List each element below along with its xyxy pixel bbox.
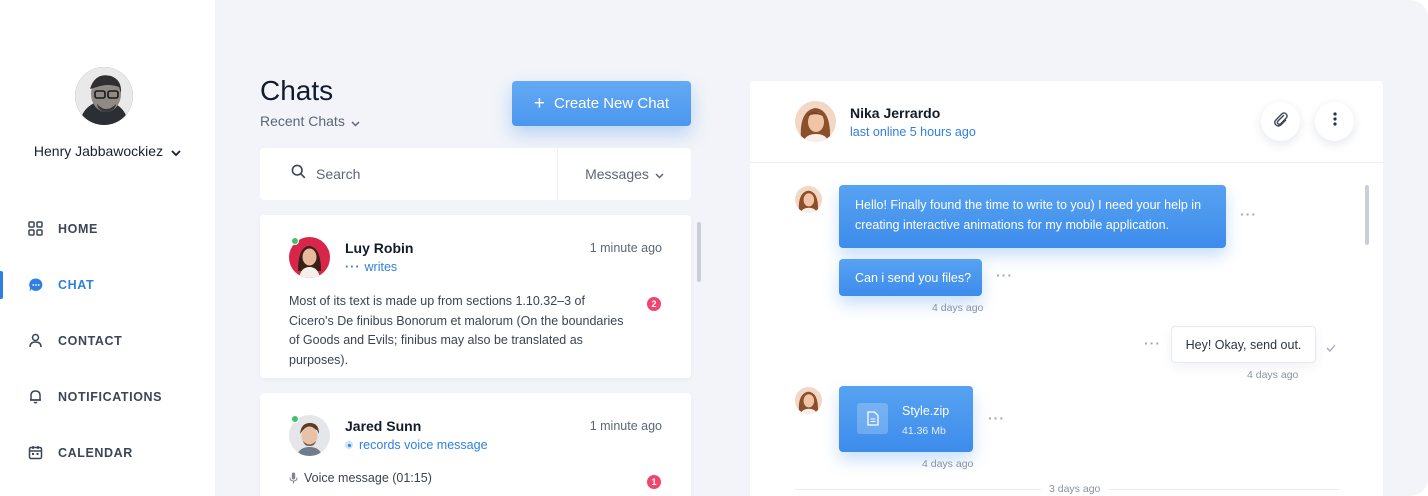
chat-list-item[interactable]: Luy Robin 1 minute ago ··· writes Most o… xyxy=(260,215,691,378)
create-new-chat-label: Create New Chat xyxy=(554,95,670,112)
voice-message-preview: Voice message (01:15) xyxy=(289,471,432,485)
unread-badge: 1 xyxy=(647,475,661,489)
incoming-message: Hello! Finally found the time to write t… xyxy=(839,185,1226,248)
read-check-icon xyxy=(1326,339,1336,357)
contact-name: Jared Sunn xyxy=(345,418,422,434)
contact-name: Luy Robin xyxy=(345,240,414,256)
nav-label: CALENDAR xyxy=(58,446,133,460)
plus-icon: + xyxy=(533,93,546,114)
file-size: 41.36 Mb xyxy=(902,425,946,437)
user-avatar[interactable] xyxy=(75,67,133,125)
file-name: Style.zip xyxy=(902,404,950,418)
divider-line xyxy=(795,489,1041,490)
conversation-scrollbar[interactable] xyxy=(1365,185,1369,245)
last-online-status: last online 5 hours ago xyxy=(850,125,976,139)
recent-chats-dropdown[interactable]: Recent Chats xyxy=(260,113,360,130)
chat-bubble-icon xyxy=(28,277,44,293)
online-indicator xyxy=(291,237,299,245)
contact-name: Nika Jerrardo xyxy=(850,105,941,121)
recent-chats-label: Recent Chats xyxy=(260,113,345,129)
conversation-header: Nika Jerrardo last online 5 hours ago xyxy=(750,81,1383,163)
file-icon xyxy=(857,403,888,434)
attach-button[interactable] xyxy=(1261,102,1300,141)
paperclip-icon xyxy=(1273,111,1289,132)
message-timestamp: 4 days ago xyxy=(932,302,984,314)
sender-avatar xyxy=(795,186,822,213)
voice-message-label: Voice message (01:15) xyxy=(304,471,432,485)
chevron-down-icon xyxy=(351,114,360,130)
chevron-down-icon xyxy=(171,144,181,160)
nav-label: HOME xyxy=(58,222,98,236)
person-icon xyxy=(28,333,44,349)
message-options-icon[interactable]: ··· xyxy=(988,410,1005,426)
messages-filter-dropdown[interactable]: Messages xyxy=(557,148,691,200)
message-preview: Most of its text is made up from section… xyxy=(289,294,624,367)
divider-line xyxy=(1109,489,1339,490)
outgoing-message: Hey! Okay, send out. xyxy=(1171,326,1316,363)
more-options-button[interactable] xyxy=(1315,102,1354,141)
nav-item-contact[interactable]: CONTACT xyxy=(0,313,215,369)
vertical-dots-icon xyxy=(1332,112,1337,131)
contact-avatar[interactable] xyxy=(795,101,836,142)
nav-item-calendar[interactable]: CALENDAR xyxy=(0,425,215,481)
online-indicator xyxy=(291,415,299,423)
message-time: 1 minute ago xyxy=(589,419,662,433)
incoming-message: Can i send you files? xyxy=(839,259,982,296)
recording-status-label: records voice message xyxy=(359,438,488,452)
message-text: Hey! Okay, send out. xyxy=(1185,337,1302,352)
message-text: Hello! Finally found the time to write t… xyxy=(855,198,1202,232)
nav-item-chat[interactable]: CHAT xyxy=(0,257,215,313)
recording-status: records voice message xyxy=(345,438,488,452)
search-bar: Messages xyxy=(260,148,691,200)
calendar-icon xyxy=(28,445,44,461)
message-timestamp: 4 days ago xyxy=(1247,369,1299,381)
search-icon xyxy=(291,164,306,184)
main-nav: HOME CHAT CONTACT NOTIFICATIONS CALENDAR xyxy=(0,201,215,481)
message-text: Can i send you files? xyxy=(855,270,972,285)
message-options-icon[interactable]: ··· xyxy=(1144,335,1161,351)
message-time: 1 minute ago xyxy=(589,241,662,255)
page-title: Chats xyxy=(260,75,334,106)
typing-status-label: writes xyxy=(364,260,398,274)
file-message[interactable]: Style.zip 41.36 Mb xyxy=(839,386,973,452)
search-input[interactable] xyxy=(316,166,516,182)
grid-icon xyxy=(28,221,44,237)
message-timestamp: 4 days ago xyxy=(922,458,974,470)
sender-avatar xyxy=(795,387,822,414)
messages-filter-label: Messages xyxy=(585,166,649,182)
unread-badge: 2 xyxy=(647,297,661,311)
microphone-icon xyxy=(289,472,298,484)
nav-label: NOTIFICATIONS xyxy=(58,390,163,404)
nav-item-notifications[interactable]: NOTIFICATIONS xyxy=(0,369,215,425)
typing-status: ··· writes xyxy=(345,260,397,274)
chat-app: Henry Jabbawockiez HOME CHAT CONTACT NOT… xyxy=(0,0,1428,496)
user-menu[interactable]: Henry Jabbawockiez xyxy=(0,143,215,160)
sidebar: Henry Jabbawockiez HOME CHAT CONTACT NOT… xyxy=(0,0,215,496)
create-new-chat-button[interactable]: + Create New Chat xyxy=(512,81,691,126)
conversation-panel: Nika Jerrardo last online 5 hours ago He… xyxy=(750,81,1383,496)
nav-label: CHAT xyxy=(58,278,95,292)
message-options-icon[interactable]: ··· xyxy=(1240,206,1257,222)
search-field[interactable] xyxy=(260,148,557,200)
bell-icon xyxy=(28,389,44,405)
user-name: Henry Jabbawockiez xyxy=(33,143,164,159)
message-options-icon[interactable]: ··· xyxy=(996,267,1013,283)
date-divider-label: 3 days ago xyxy=(1049,483,1101,495)
typing-dots-icon: ··· xyxy=(345,260,361,274)
chevron-down-icon xyxy=(655,166,664,182)
recording-dot-icon xyxy=(345,441,353,449)
chat-list-scrollbar[interactable] xyxy=(697,222,701,282)
nav-label: CONTACT xyxy=(58,334,123,348)
chat-list-item[interactable]: Jared Sunn 1 minute ago records voice me… xyxy=(260,393,691,496)
nav-item-home[interactable]: HOME xyxy=(0,201,215,257)
